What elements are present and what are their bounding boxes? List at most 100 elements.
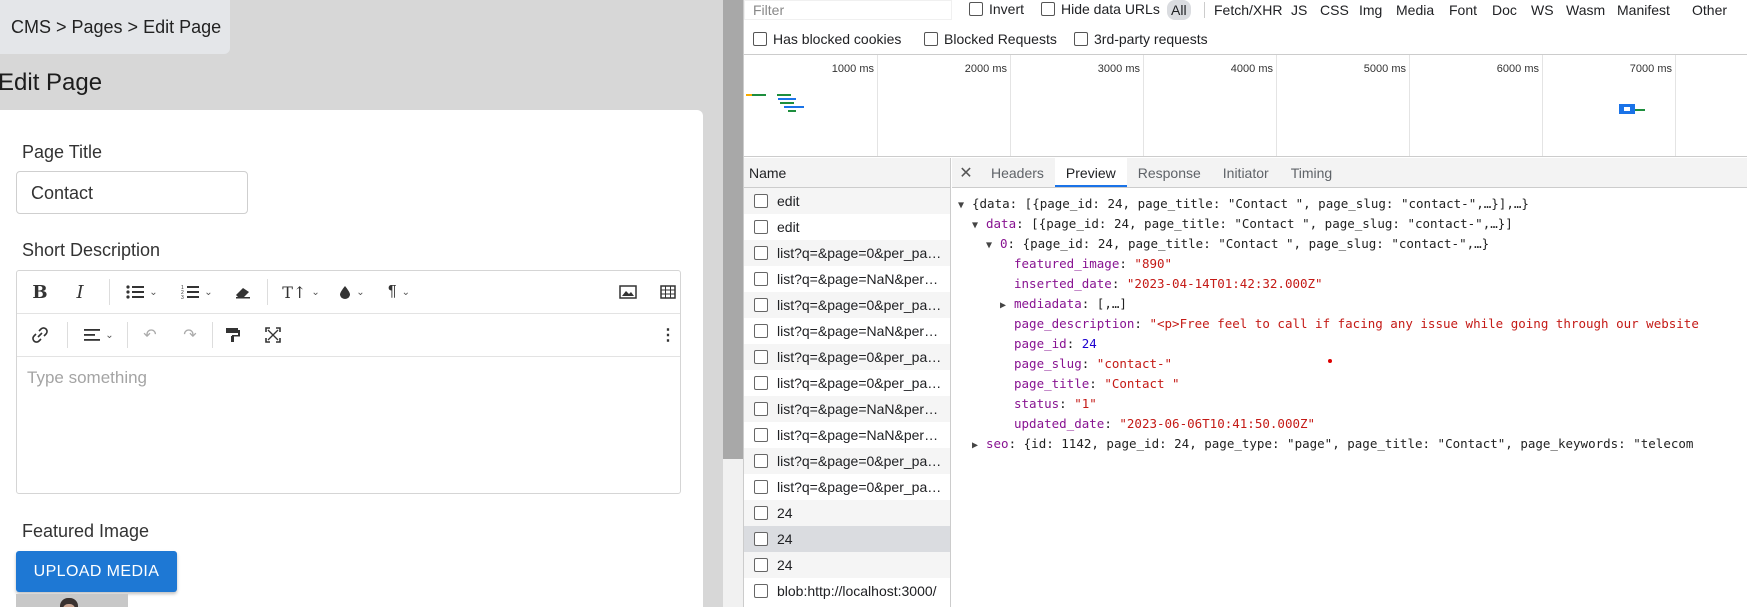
request-row[interactable]: 24 [744,500,950,526]
network-overview-timeline[interactable]: 1000 ms 2000 ms 3000 ms 4000 ms 5000 ms … [744,54,1747,157]
json-item-0-node[interactable]: ▼ 0: {page_id: 24, page_title: "Contact "… [952,234,1747,254]
request-checkbox[interactable] [754,558,768,572]
name-column-header[interactable]: Name [744,158,950,188]
request-row[interactable]: list?q=&page=0&per_page=10 [744,448,950,474]
json-value: [,…] [1096,296,1127,311]
request-row[interactable]: 24 [744,526,950,552]
third-party-requests-checkbox[interactable]: 3rd-party requests [1074,31,1208,47]
request-row[interactable]: 24 [744,552,950,578]
expanded-triangle-icon[interactable]: ▼ [972,216,986,236]
request-row[interactable]: edit [744,214,950,240]
request-row[interactable]: list?q=&page=NaN&per_page=10 [744,422,950,448]
collapsed-triangle-icon[interactable]: ▶ [972,436,986,454]
request-row[interactable]: list?q=&page=NaN&per_page=10 [744,266,950,292]
timeline-tick-label: 1000 ms [831,63,874,75]
font-size-icon[interactable]: T↑ ⌄ [279,279,323,305]
cms-scrollbar-thumb[interactable] [723,0,743,459]
request-checkbox[interactable] [754,506,768,520]
json-key: data [986,216,1017,231]
more-vert-icon[interactable]: ⋮ [657,322,679,348]
request-checkbox[interactable] [754,350,768,364]
request-row[interactable]: list?q=&page=0&per_page=10 [744,292,950,318]
ink-drop-icon[interactable]: ⌄ [332,279,372,305]
request-row[interactable]: list?q=&page=0&per_page=10 [744,370,950,396]
has-blocked-cookies-checkbox[interactable]: Has blocked cookies [753,31,901,47]
type-filter-wasm[interactable]: Wasm [1562,0,1609,20]
expanded-triangle-icon[interactable]: ▼ [986,236,1000,256]
request-checkbox[interactable] [754,272,768,286]
bold-icon[interactable]: B [29,279,51,305]
tab-response[interactable]: Response [1127,158,1212,187]
link-icon[interactable] [29,322,51,348]
type-filter-img[interactable]: Img [1355,0,1386,20]
paragraph-icon[interactable]: ¶ ⌄ [379,279,419,305]
breadcrumb[interactable]: CMS > Pages > Edit Page [0,0,230,54]
collapsed-triangle-icon[interactable]: ▶ [1000,296,1014,316]
request-checkbox[interactable] [754,454,768,468]
type-filter-other[interactable]: Other [1688,0,1731,20]
image-icon[interactable] [617,279,639,305]
tab-timing[interactable]: Timing [1280,158,1344,187]
waterfall-bar [778,98,796,100]
tab-preview[interactable]: Preview [1054,158,1127,187]
request-checkbox[interactable] [754,376,768,390]
invert-checkbox[interactable]: Invert [969,1,1024,17]
request-checkbox[interactable] [754,402,768,416]
json-root-node[interactable]: ▼ {data: [{page_id: 24, page_title: "Cont… [952,194,1747,214]
json-value: "2023-06-06T10:41:50.000Z" [1119,416,1316,431]
italic-icon[interactable]: I [69,279,91,305]
fullscreen-icon[interactable] [262,322,284,348]
waterfall-bar [780,102,794,104]
page-title-input[interactable]: Contact [16,171,248,214]
toolbar-divider [127,322,128,348]
request-checkbox[interactable] [754,246,768,260]
close-icon[interactable]: ✕ [952,158,980,187]
request-checkbox[interactable] [754,480,768,494]
type-filter-all[interactable]: All [1167,0,1191,20]
request-row[interactable]: list?q=&page=0&per_page=10 [744,344,950,370]
request-row[interactable]: list?q=&page=NaN&per_page=10 [744,318,950,344]
request-checkbox[interactable] [754,532,768,546]
request-checkbox[interactable] [754,298,768,312]
request-name: edit [777,219,800,235]
type-filter-fetch-xhr[interactable]: Fetch/XHR [1210,0,1286,20]
type-filter-doc[interactable]: Doc [1488,0,1521,20]
hide-data-urls-checkbox[interactable]: Hide data URLs [1041,1,1160,17]
request-checkbox[interactable] [754,194,768,208]
request-row[interactable]: list?q=&page=0&per_page=10 [744,474,950,500]
json-key: page_id [1014,336,1067,351]
request-row[interactable]: blob:http://localhost:3000/ [744,578,950,604]
json-field-mediadata[interactable]: ▶ mediadata: [,…] [952,294,1747,314]
type-filter-media[interactable]: Media [1392,0,1438,20]
expanded-triangle-icon[interactable]: ▼ [958,196,972,216]
format-painter-icon[interactable] [222,322,244,348]
json-seo-node[interactable]: ▶ seo: {id: 1142, page_id: 24, page_type:… [952,434,1747,454]
undo-icon[interactable]: ↶ [139,322,161,348]
request-checkbox[interactable] [754,220,768,234]
filter-input[interactable]: Filter [744,0,952,20]
request-checkbox[interactable] [754,428,768,442]
align-icon[interactable]: ⌄ [77,322,121,348]
request-checkbox[interactable] [754,324,768,338]
request-checkbox[interactable] [754,584,768,598]
request-row[interactable]: list?q=&page=0&per_page=10 [744,240,950,266]
type-filter-css[interactable]: CSS [1316,0,1353,20]
tab-headers[interactable]: Headers [980,158,1055,187]
eraser-icon[interactable] [232,279,254,305]
bulleted-list-icon[interactable]: ⌄ [120,279,164,305]
timeline-gridline [1542,55,1543,156]
table-icon[interactable] [657,279,679,305]
upload-media-button[interactable]: UPLOAD MEDIA [16,551,177,592]
type-filter-js[interactable]: JS [1287,0,1311,20]
editor-content[interactable]: Type something [27,368,147,388]
redo-icon[interactable]: ↷ [179,322,201,348]
type-filter-font[interactable]: Font [1445,0,1481,20]
type-filter-ws[interactable]: WS [1527,0,1558,20]
json-data-node[interactable]: ▼ data: [{page_id: 24, page_title: "Conta… [952,214,1747,234]
request-row[interactable]: edit [744,188,950,214]
tab-initiator[interactable]: Initiator [1212,158,1280,187]
numbered-list-icon[interactable]: 1 2 3 ⌄ [175,279,219,305]
blocked-requests-checkbox[interactable]: Blocked Requests [924,31,1057,47]
request-row[interactable]: list?q=&page=NaN&per_page=10 [744,396,950,422]
type-filter-manifest[interactable]: Manifest [1613,0,1674,20]
